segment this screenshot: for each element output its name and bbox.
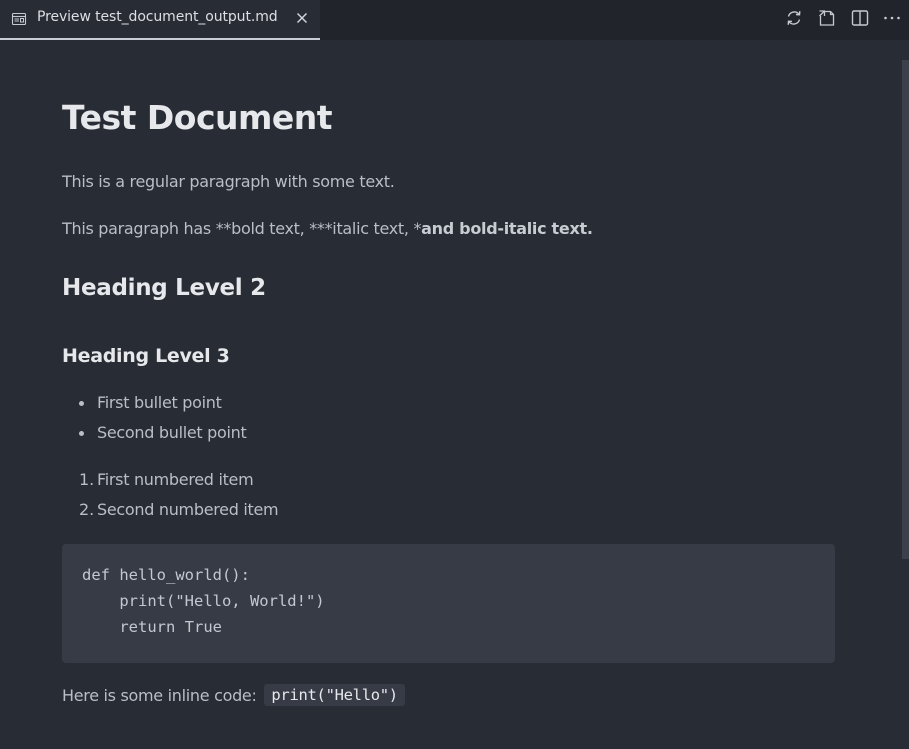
bullet-marker [79,401,84,406]
heading-2: Heading Level 2 [62,275,266,301]
list-number: 1. [79,470,95,489]
list-number: 2. [79,500,95,519]
bold-italic-text: and bold-italic text [421,219,587,238]
vertical-scrollbar[interactable] [902,60,909,559]
code-line: return True [82,618,222,636]
heading-1: Test Document [62,98,333,137]
refresh-icon[interactable] [784,8,804,28]
tab-bar: Preview test_document_output.md [0,0,909,40]
paragraph-period: . [586,219,593,238]
code-block: def hello_world(): print("Hello, World!"… [62,544,835,663]
heading-3: Heading Level 3 [62,345,230,367]
code-line: def hello_world(): [82,566,250,584]
open-source-icon[interactable] [817,8,837,28]
more-actions-icon[interactable] [882,8,902,28]
list-item: Second numbered item [97,500,279,519]
list-item: First numbered item [97,470,254,489]
inline-code-prefix: Here is some inline code: [62,686,257,705]
code-line: print("Hello, World!") [82,592,325,610]
close-icon[interactable] [294,10,310,26]
list-item: First bullet point [97,393,222,412]
tab-preview[interactable]: Preview test_document_output.md [0,0,320,40]
paragraph-formatting: This paragraph has **bold text, ***itali… [62,219,593,238]
inline-code: print("Hello") [264,684,405,706]
tab-title: Preview test_document_output.md [37,9,278,25]
bullet-marker [79,431,84,436]
split-editor-icon[interactable] [850,8,870,28]
preview-icon [11,12,27,26]
paragraph-regular: This is a regular paragraph with some te… [62,172,395,191]
paragraph-inline-code: Here is some inline code: print("Hello") [62,684,405,707]
list-item: Second bullet point [97,423,247,442]
paragraph-formatting-text: This paragraph has **bold text, ***itali… [62,219,422,238]
markdown-preview-window: Preview test_document_output.md Test Doc… [0,0,909,749]
